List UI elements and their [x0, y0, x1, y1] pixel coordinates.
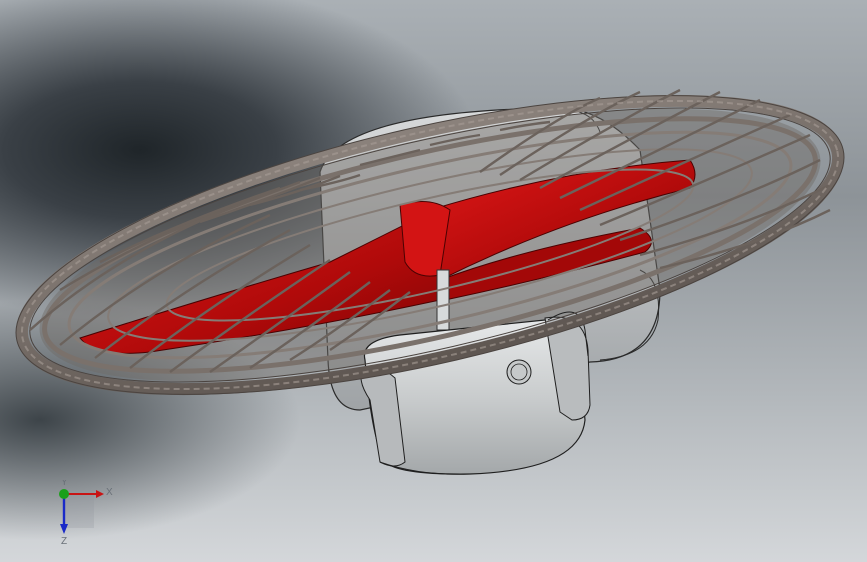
y-axis-icon	[59, 489, 69, 499]
triad-plane	[64, 492, 94, 528]
motor-housing[interactable]	[360, 311, 591, 475]
x-axis-label: X	[106, 487, 113, 498]
z-axis-label: Z	[61, 536, 67, 547]
fan-3d-model[interactable]	[0, 0, 867, 562]
z-arrow-icon	[60, 524, 68, 534]
x-arrow-icon	[96, 490, 104, 498]
graphics-viewport[interactable]: X Y Z	[0, 0, 867, 562]
y-axis-label: Y	[61, 480, 68, 488]
reference-triad: X Y Z	[59, 480, 113, 547]
